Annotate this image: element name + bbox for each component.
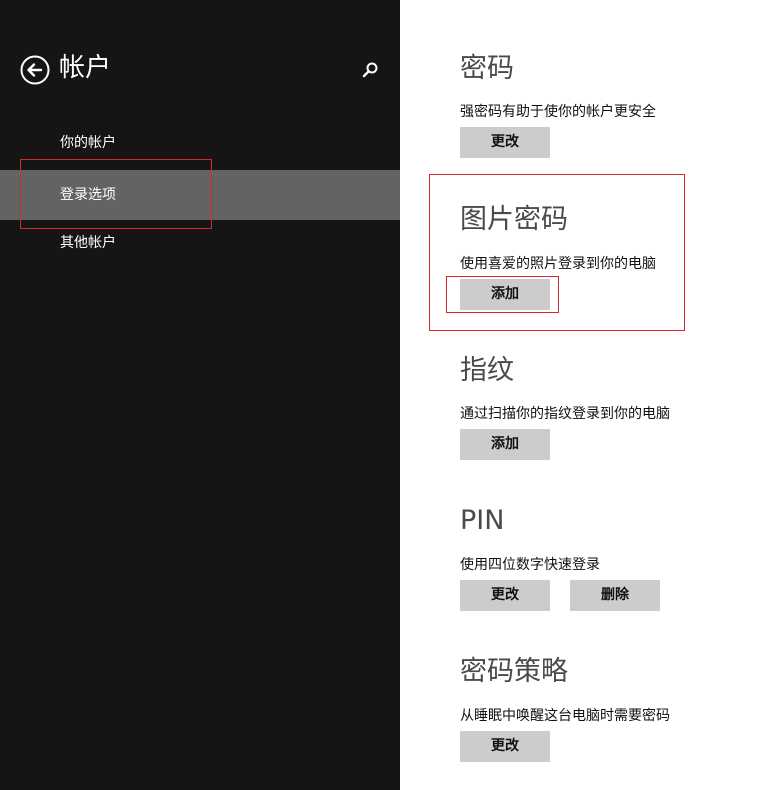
pin-description: 使用四位数字快速登录 — [460, 557, 600, 573]
pin-change-button[interactable]: 更改 — [460, 580, 550, 611]
fingerprint-heading: 指纹 — [460, 355, 514, 386]
sidebar-item-label: 你的帐户 — [60, 135, 116, 151]
sidebar-item-sign-in-options[interactable]: 登录选项 — [0, 170, 400, 220]
sidebar-item-label: 其他帐户 — [60, 235, 116, 251]
left-pane: 帐户 你的帐户 登录选项 其他帐户 — [0, 0, 400, 790]
page-title: 帐户 — [59, 53, 112, 83]
picture-password-description: 使用喜爱的照片登录到你的电脑 — [460, 256, 656, 272]
back-arrow-icon[interactable] — [20, 55, 50, 85]
pin-remove-button[interactable]: 删除 — [570, 580, 660, 611]
picture-password-heading: 图片密码 — [460, 204, 568, 235]
password-description: 强密码有助于使你的帐户更安全 — [460, 104, 656, 120]
password-heading: 密码 — [460, 53, 514, 84]
password-change-button[interactable]: 更改 — [460, 127, 550, 158]
sidebar-item-label: 登录选项 — [60, 187, 116, 203]
right-pane: 密码 强密码有助于使你的帐户更安全 更改 图片密码 使用喜爱的照片登录到你的电脑… — [400, 0, 776, 790]
picture-password-add-button[interactable]: 添加 — [460, 279, 550, 310]
fingerprint-description: 通过扫描你的指纹登录到你的电脑 — [460, 406, 670, 422]
password-policy-change-button[interactable]: 更改 — [460, 731, 550, 762]
fingerprint-add-button[interactable]: 添加 — [460, 429, 550, 460]
sidebar-item-your-account[interactable]: 你的帐户 — [0, 118, 400, 168]
sidebar-item-other-accounts[interactable]: 其他帐户 — [0, 218, 400, 268]
search-icon[interactable] — [361, 61, 379, 79]
password-policy-heading: 密码策略 — [460, 656, 568, 687]
pin-heading: PIN — [460, 505, 505, 536]
password-policy-description: 从睡眠中唤醒这台电脑时需要密码 — [460, 708, 670, 724]
